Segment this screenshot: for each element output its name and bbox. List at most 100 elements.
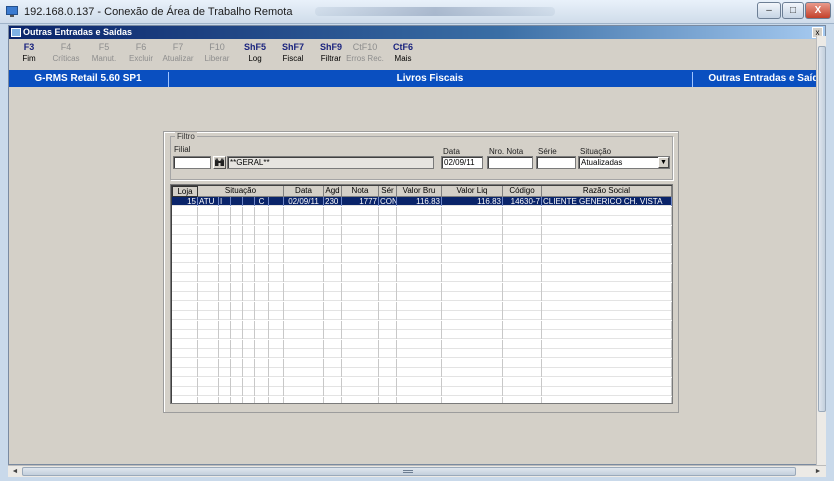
- grid-cell: [231, 244, 243, 254]
- col-loja[interactable]: Loja: [172, 186, 198, 197]
- grid-cell: [503, 339, 542, 349]
- table-row[interactable]: [172, 244, 672, 254]
- fkey-f3[interactable]: F3 Fim: [9, 42, 49, 64]
- grid-cell: [397, 282, 442, 292]
- fkey-shf5[interactable]: ShF5 Log: [235, 42, 275, 64]
- cell-nota: 1777: [342, 197, 379, 206]
- grid-cell: [255, 216, 269, 225]
- table-row[interactable]: [172, 358, 672, 368]
- grid-cell: [243, 235, 255, 244]
- app-title-text: Outras Entradas e Saídas: [23, 27, 133, 37]
- col-valor-bru[interactable]: Valor Bru: [397, 186, 442, 197]
- table-row[interactable]: [172, 235, 672, 244]
- close-button[interactable]: X: [805, 2, 831, 19]
- table-row[interactable]: [172, 292, 672, 301]
- table-row[interactable]: [172, 377, 672, 387]
- fkey-f7: F7 Atualizar: [158, 42, 198, 64]
- col-situacao[interactable]: Situação: [198, 186, 284, 197]
- grid-cell: [284, 339, 324, 349]
- grid-cell: [255, 273, 269, 282]
- grid-cell: [269, 206, 284, 216]
- vertical-scroll-thumb[interactable]: [818, 46, 826, 412]
- fkey-label: Atualizar: [162, 54, 194, 63]
- table-row[interactable]: 15 ATU I C 02/09/11 230 1777 CON 116.83 …: [172, 197, 672, 206]
- serie-input[interactable]: [536, 156, 576, 169]
- grid-cell: [284, 368, 324, 377]
- horizontal-scroll-thumb[interactable]: [22, 467, 796, 476]
- fkey-label: Erros Rec.: [346, 54, 384, 63]
- vertical-scrollbar[interactable]: [816, 36, 826, 465]
- col-agd[interactable]: Agd: [324, 186, 342, 197]
- grid-cell: [198, 273, 219, 282]
- nro-nota-input[interactable]: [487, 156, 533, 169]
- table-row[interactable]: [172, 282, 672, 292]
- table-row[interactable]: [172, 263, 672, 273]
- grid-cell: [284, 330, 324, 339]
- fkey-label: Log: [248, 54, 262, 63]
- grid-cell: [231, 358, 243, 368]
- table-row[interactable]: [172, 368, 672, 377]
- grid-cell: [442, 235, 503, 244]
- fkey-f6: F6 Excluir: [121, 42, 161, 64]
- grid-cell: [255, 396, 269, 403]
- grid-cell: [269, 311, 284, 320]
- grid-cell: [198, 244, 219, 254]
- col-data[interactable]: Data: [284, 186, 324, 197]
- grid-cell: [172, 292, 198, 301]
- grip-icon: [403, 470, 413, 473]
- chevron-down-icon[interactable]: ▼: [658, 157, 669, 168]
- table-row[interactable]: [172, 330, 672, 339]
- grid-cell: [231, 349, 243, 358]
- table-row[interactable]: [172, 387, 672, 396]
- table-row[interactable]: [172, 225, 672, 235]
- grid-cell: [219, 301, 231, 311]
- grid-cell: [379, 235, 397, 244]
- situacao-select[interactable]: Atualizadas ▼: [578, 156, 670, 169]
- table-row[interactable]: [172, 320, 672, 330]
- col-nota[interactable]: Nota: [342, 186, 379, 197]
- table-row[interactable]: [172, 301, 672, 311]
- table-row[interactable]: [172, 273, 672, 282]
- table-row[interactable]: [172, 311, 672, 320]
- grid-cell: [269, 330, 284, 339]
- table-row[interactable]: [172, 206, 672, 216]
- grid-cell: [243, 339, 255, 349]
- data-input[interactable]: 02/09/11: [441, 156, 483, 169]
- grid-cell: [324, 225, 342, 235]
- table-row[interactable]: [172, 349, 672, 358]
- horizontal-scrollbar[interactable]: ◄ ►: [8, 465, 826, 477]
- grid-cell: [442, 387, 503, 396]
- grid-cell: [284, 377, 324, 387]
- grid-cell: [503, 263, 542, 273]
- grid-cell: [198, 225, 219, 235]
- minimize-button[interactable]: –: [757, 2, 781, 19]
- table-row[interactable]: [172, 339, 672, 349]
- grid-header: Loja Situação Data Agd Nota Sér Valor Br…: [172, 186, 672, 197]
- search-filial-button[interactable]: [213, 156, 226, 169]
- grid-cell: [198, 292, 219, 301]
- grid-cell: [219, 377, 231, 387]
- scroll-right-icon[interactable]: ►: [812, 467, 824, 477]
- fkey-label: Fiscal: [282, 54, 304, 63]
- fkey-label: Mais: [394, 54, 412, 63]
- filial-input[interactable]: [173, 156, 211, 169]
- table-row[interactable]: [172, 216, 672, 225]
- grid-cell: [269, 244, 284, 254]
- grid-cell: [243, 311, 255, 320]
- col-ser[interactable]: Sér: [379, 186, 397, 197]
- col-valor-liq[interactable]: Valor Liq: [442, 186, 503, 197]
- fkey-ctf6[interactable]: CtF6 Mais: [383, 42, 423, 64]
- table-row[interactable]: [172, 254, 672, 263]
- grid-cell: [198, 206, 219, 216]
- scroll-left-icon[interactable]: ◄: [9, 467, 21, 477]
- col-codigo[interactable]: Código: [503, 186, 542, 197]
- grid-cell: [219, 368, 231, 377]
- maximize-button[interactable]: □: [782, 2, 804, 19]
- cell-valor-liq: 116.83: [442, 197, 503, 206]
- grid-cell: [503, 387, 542, 396]
- grid-cell: [198, 235, 219, 244]
- fkey-shf7[interactable]: ShF7 Fiscal: [273, 42, 313, 64]
- grid-cell: [284, 206, 324, 216]
- col-razao-social[interactable]: Razão Social: [542, 186, 672, 197]
- table-row[interactable]: [172, 396, 672, 403]
